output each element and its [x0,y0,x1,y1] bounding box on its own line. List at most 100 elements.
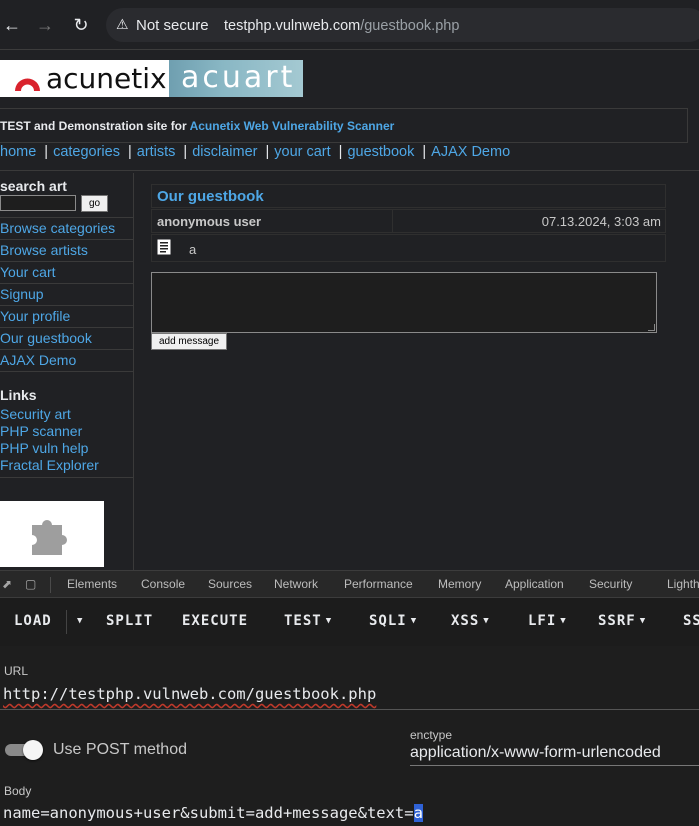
acuart-logo-text: acuart [181,60,296,95]
devtools-separator [50,577,51,593]
back-arrow-icon[interactable]: ← [0,13,24,37]
go-button[interactable]: go [81,195,108,212]
search-input[interactable] [0,195,76,211]
acunetix-logo-text: acunetix [46,62,167,95]
device-toolbar-icon[interactable]: ▢ [25,577,39,591]
ssrf-menu-button[interactable]: SSRF ▼ [598,613,646,629]
split-button[interactable]: SPLIT [106,613,153,629]
message-textarea[interactable] [151,272,657,333]
links-title: Links [0,387,37,403]
caret-down-icon: ▼ [410,616,418,626]
document-icon [157,239,171,255]
body-input[interactable]: name=anonymous+user&submit=add+message&t… [3,804,423,822]
browser-toolbar: ← → ↻ ⚠ Not secure testphp.vulnweb.com/g… [0,0,699,50]
link-php-vuln-help[interactable]: PHP vuln help [0,440,99,457]
nav-your-cart[interactable]: your cart [274,144,330,160]
toolbar-separator [66,610,67,634]
web-page: acunetix acuart TEST and Demonstration s… [0,50,699,570]
entry-user: anonymous user [157,214,262,229]
link-php-scanner[interactable]: PHP scanner [0,423,99,440]
tab-performance[interactable]: Performance [344,577,413,591]
tab-lighthouse[interactable]: Lighthouse [667,577,699,591]
tab-network[interactable]: Network [274,577,318,591]
link-fractal-explorer[interactable]: Fractal Explorer [0,457,99,474]
nav-ajax-demo[interactable]: AJAX Demo [431,144,510,160]
forward-arrow-icon[interactable]: → [33,13,57,37]
sidebar-item-browse-categories[interactable]: Browse categories [0,217,133,239]
acunetix-scanner-link[interactable]: Acunetix Web Vulnerability Scanner [190,119,395,133]
nav-guestbook[interactable]: guestbook [347,144,414,160]
caret-down-icon: ▼ [77,616,84,626]
nav-home[interactable]: home [0,144,36,160]
tab-application[interactable]: Application [505,577,564,591]
post-method-label[interactable]: Use POST method [53,741,187,759]
execute-button[interactable]: EXECUTE [182,613,248,629]
more-menu-button[interactable]: SS [683,613,699,629]
plugin-placeholder [0,501,104,567]
hackbar-toolbar: LOAD ▼ SPLIT EXECUTE TEST ▼ SQLI ▼ XSS ▼ LF… [0,598,699,646]
sidebar-item-signup[interactable]: Signup [0,283,133,305]
guestbook-entry-header: anonymous user 07.13.2024, 3:03 am [151,209,666,233]
entry-text: a [189,242,197,257]
enctype-underline [410,765,699,766]
link-security-art[interactable]: Security art [0,406,99,423]
load-dropdown-button[interactable]: ▼ [73,613,83,629]
tab-memory[interactable]: Memory [438,577,481,591]
inspect-element-icon[interactable]: ⬈ [2,577,16,591]
sidebar: search art go Browse categories Browse a… [0,173,134,570]
xss-menu-button[interactable]: XSS ▼ [451,613,490,629]
tab-console[interactable]: Console [141,577,185,591]
entry-date: 07.13.2024, 3:03 am [541,214,661,229]
caret-down-icon: ▼ [325,616,333,626]
site-tagline: TEST and Demonstration site for Acunetix… [0,119,395,133]
body-label: Body [4,784,32,798]
acunetix-mark-icon [15,78,40,91]
guestbook-title: Our guestbook [151,184,666,208]
enctype-label: enctype [410,728,453,742]
lfi-menu-button[interactable]: LFI ▼ [528,613,567,629]
url-label: URL [4,664,29,678]
nav-artists[interactable]: artists [137,144,176,160]
sidebar-links: Browse categories Browse artists Your ca… [0,217,133,372]
devtools-tabbar: ⬈ ▢ Elements Console Sources Network Per… [0,570,699,598]
reload-icon[interactable]: ↻ [69,13,93,37]
url-input[interactable]: http://testphp.vulnweb.com/guestbook.php [3,685,376,703]
hackbar-body: URL http://testphp.vulnweb.com/guestbook… [0,646,699,826]
load-button[interactable]: LOAD [14,613,52,629]
tab-elements[interactable]: Elements [67,577,117,591]
puzzle-piece-icon [32,520,67,555]
security-label[interactable]: Not secure [136,17,209,34]
caret-down-icon: ▼ [483,616,490,626]
url-input-underline [0,709,699,710]
selected-text: a [413,804,423,822]
nav-categories[interactable]: categories [53,144,120,160]
post-method-toggle[interactable] [5,740,43,760]
add-message-button[interactable]: add message [151,333,227,350]
nav-disclaimer[interactable]: disclaimer [192,144,257,160]
tab-security[interactable]: Security [589,577,632,591]
sqli-menu-button[interactable]: SQLI ▼ [369,613,417,629]
sidebar-item-our-guestbook[interactable]: Our guestbook [0,327,133,349]
search-title: search art [0,178,67,194]
caret-down-icon: ▼ [560,616,567,626]
test-menu-button[interactable]: TEST ▼ [284,613,332,629]
sidebar-item-ajax-demo[interactable]: AJAX Demo [0,349,133,372]
resize-grip-icon[interactable] [648,324,655,331]
acunetix-logo[interactable]: acunetix [0,60,169,97]
sidebar-item-browse-artists[interactable]: Browse artists [0,239,133,261]
nav-divider [0,170,699,171]
tagline-box: TEST and Demonstration site for Acunetix… [0,108,688,143]
entry-divider [392,210,393,232]
top-navigation: home | categories | artists | disclaimer | your … [0,144,511,160]
tab-sources[interactable]: Sources [208,577,252,591]
acuart-logo[interactable]: acuart [169,60,303,97]
guestbook-entry-message: a [151,234,666,262]
sidebar-item-your-profile[interactable]: Your profile [0,305,133,327]
address-url[interactable]: testphp.vulnweb.com/guestbook.php [224,18,459,34]
address-bar[interactable]: ⚠ Not secure testphp.vulnweb.com/guestbo… [106,8,699,42]
enctype-select[interactable]: application/x-www-form-urlencoded [410,744,661,762]
caret-down-icon: ▼ [639,616,647,626]
sidebar-item-your-cart[interactable]: Your cart [0,261,133,283]
warning-triangle-icon[interactable]: ⚠ [116,16,132,32]
sidebar-divider [0,477,133,478]
